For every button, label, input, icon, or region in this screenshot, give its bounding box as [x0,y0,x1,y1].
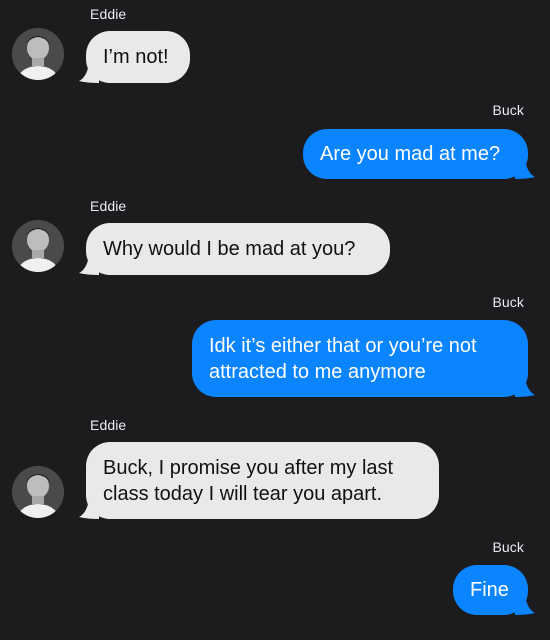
bubble-tail-icon [515,159,535,179]
sender-name: Eddie [90,417,127,433]
message-text: Idk it’s either that or you’re not attra… [209,334,477,383]
message-text: Are you mad at me? [320,143,501,165]
incoming-message-bubble[interactable]: Why would I be mad at you? [79,223,390,275]
sender-name: Buck [492,102,524,118]
sender-name: Eddie [90,6,127,22]
message-text: I’m not! [103,46,169,68]
incoming-message-bubble[interactable]: I’m not! [79,31,190,83]
bubble-tail-icon [79,63,99,83]
message-text: Why would I be mad at you? [103,238,356,260]
bubble-tail-icon [515,377,535,397]
incoming-message-bubble[interactable]: Buck, I promise you after my last class … [79,442,439,519]
bubble-tail-icon [79,255,99,275]
sender-name: Buck [492,294,524,310]
sender-name: Buck [492,539,524,555]
outgoing-message-bubble[interactable]: Are you mad at me? [303,129,535,179]
outgoing-message-bubble[interactable]: Idk it’s either that or you’re not attra… [192,320,535,397]
message-text: Buck, I promise you after my last class … [103,456,394,505]
message-text: Fine [470,579,509,601]
contact-avatar[interactable] [12,220,64,272]
contact-photo-icon [12,466,64,518]
contact-photo-icon [12,28,64,80]
contact-avatar[interactable] [12,28,64,80]
contact-avatar[interactable] [12,466,64,518]
contact-photo-icon [12,220,64,272]
outgoing-message-bubble[interactable]: Fine [453,565,535,615]
bubble-tail-icon [79,499,99,519]
sender-name: Eddie [90,198,127,214]
bubble-tail-icon [515,595,535,615]
message-thread: Eddie I’m not! Buck Are you mad at me? E… [0,0,550,640]
